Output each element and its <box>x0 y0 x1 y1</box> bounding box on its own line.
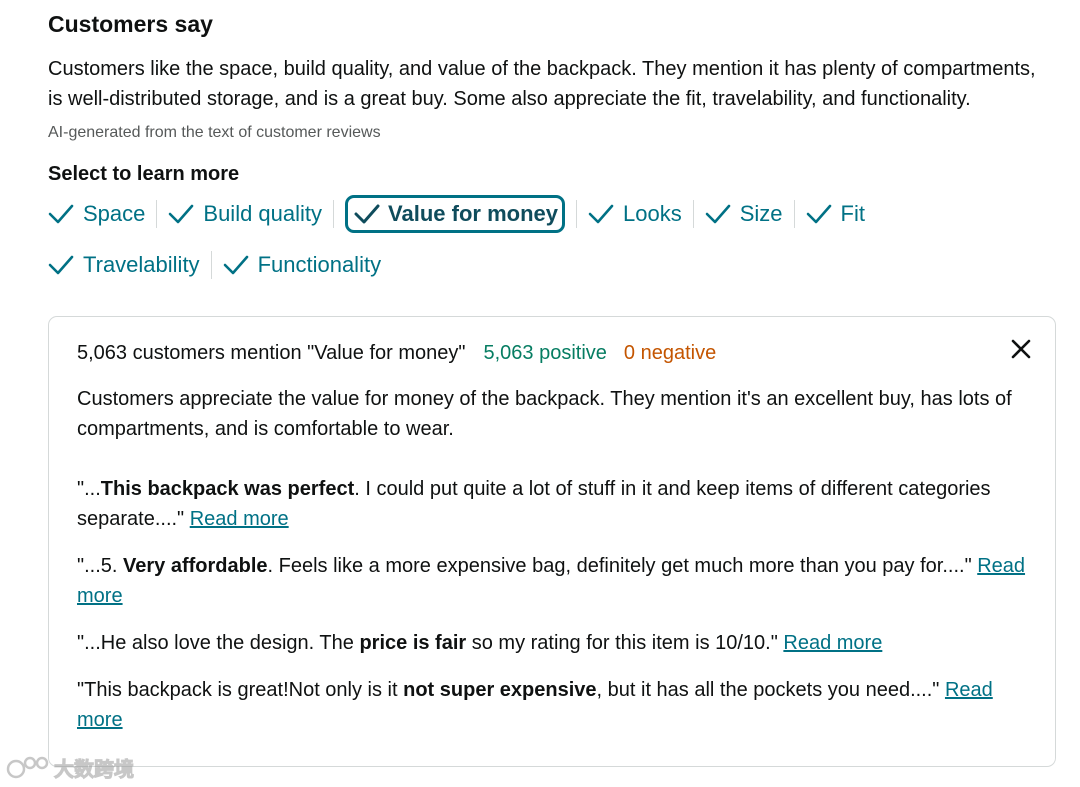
quote-highlight: This backpack was perfect <box>100 478 355 500</box>
check-icon <box>169 204 194 224</box>
close-icon[interactable] <box>1009 337 1033 361</box>
quote-text-before: "This backpack is great!Not only is it <box>77 679 404 701</box>
mention-count: 5,063 customers mention "Value for money… <box>77 342 466 364</box>
chip-divider <box>575 200 577 228</box>
positive-count: 5,063 positive <box>483 342 607 364</box>
aspect-chip-label: Fit <box>840 201 865 226</box>
aspect-chip-label: Space <box>83 201 146 226</box>
read-more-link[interactable]: Read more <box>783 632 882 654</box>
check-icon <box>48 255 74 274</box>
check-icon <box>223 255 248 274</box>
quote-text-before: "...5. <box>77 555 124 577</box>
quote-highlight: Very affordable <box>123 555 268 577</box>
aspect-chip-value-for-money[interactable]: Value for money <box>345 195 565 233</box>
aspect-chip-label: Size <box>739 201 783 226</box>
aspect-detail-panel: 5,063 customers mention "Value for money… <box>48 316 1056 767</box>
watermark-logo-icon <box>6 756 49 778</box>
review-quote: "...This backpack was perfect. I could p… <box>77 474 1032 534</box>
aspect-chip-list: Space Build quality Value for money Looks Si… <box>48 195 1058 282</box>
select-to-learn-more-title: Select to learn more <box>48 163 240 185</box>
section-heading: Customers say <box>48 11 213 37</box>
quote-highlight: not super expensive <box>403 679 597 701</box>
negative-count: 0 negative <box>623 342 717 364</box>
aspect-chip-fit[interactable]: Fit <box>806 197 865 232</box>
check-icon <box>48 204 74 224</box>
chip-divider <box>692 200 694 228</box>
customers-summary: Customers like the space, build quality,… <box>48 58 1036 110</box>
chip-divider <box>210 250 212 279</box>
aspect-chip-label: Build quality <box>203 201 323 226</box>
review-quote: "...5. Very affordable. Feels like a mor… <box>77 551 1032 611</box>
check-icon <box>806 204 831 224</box>
aspect-summary: Customers appreciate the value for money… <box>77 388 1012 440</box>
read-more-link[interactable]: Read more <box>190 508 289 530</box>
quote-text-after: , but it has all the pockets you need...… <box>596 679 945 701</box>
customers-say-section: Customers say Customers like the space, … <box>48 8 1058 282</box>
quote-text-after: so my rating for this item is 10/10." <box>466 632 784 654</box>
review-quote: "...He also love the design. The price i… <box>77 628 1032 658</box>
quote-text-before: "...He also love the design. The <box>77 632 360 654</box>
quote-text-after: . Feels like a more expensive bag, defin… <box>267 555 978 577</box>
aspect-chip-space[interactable]: Space <box>48 197 145 232</box>
chip-divider <box>333 200 335 228</box>
review-quote: "This backpack is great!Not only is it n… <box>77 675 1032 735</box>
watermark-text: 大数跨境 <box>54 757 135 782</box>
chip-divider <box>156 200 158 228</box>
quote-text-before: "... <box>77 478 101 500</box>
check-icon <box>705 204 731 224</box>
watermark: 大数跨境 <box>6 753 135 782</box>
aspect-chip-travelability[interactable]: Travelability <box>48 247 200 282</box>
check-icon <box>588 204 614 224</box>
aspect-mention-header: 5,063 customers mention "Value for money… <box>77 337 1027 369</box>
aspect-chip-looks[interactable]: Looks <box>588 197 682 232</box>
aspect-chip-label: Looks <box>622 201 682 226</box>
check-icon <box>354 204 380 224</box>
aspect-chip-build-quality[interactable]: Build quality <box>168 197 322 232</box>
aspect-chip-label: Value for money <box>388 201 558 226</box>
aspect-chip-label: Travelability <box>83 251 200 277</box>
quote-highlight: price is fair <box>359 632 467 654</box>
aspect-chip-label: Functionality <box>257 251 382 277</box>
chip-divider <box>793 200 795 228</box>
aspect-chip-functionality[interactable]: Functionality <box>223 247 382 282</box>
aspect-chip-size[interactable]: Size <box>705 197 783 232</box>
review-quote-list: "...This backpack was perfect. I could p… <box>77 474 1027 735</box>
ai-generated-note: AI-generated from the text of customer r… <box>48 124 381 141</box>
